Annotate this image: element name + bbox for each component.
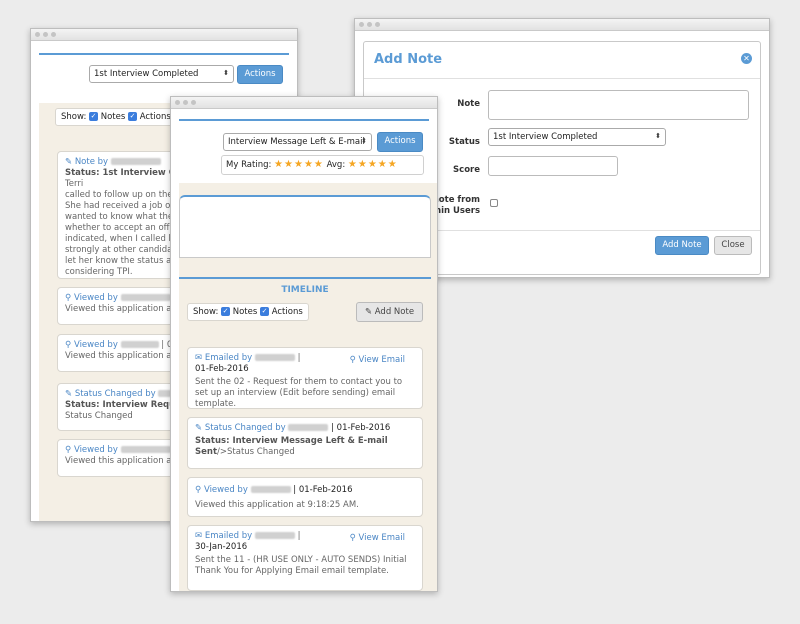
titlebar xyxy=(31,29,297,41)
view-email-link[interactable]: ⚲ View Email xyxy=(350,355,405,366)
notes-label: Notes xyxy=(232,307,258,317)
card-title[interactable]: Status Changed by xyxy=(205,423,286,433)
timeline-title: TIMELINE xyxy=(281,285,329,295)
search-icon: ⚲ xyxy=(65,445,72,455)
header-line xyxy=(179,119,429,121)
show-label: Show: xyxy=(61,112,87,122)
emailed-card: ✉ Emailed by | ⚲ View Email 01-Feb-2016 … xyxy=(187,347,423,409)
edit-icon: ✎ xyxy=(364,307,373,317)
header-line xyxy=(39,53,289,55)
envelope-icon: ✉ xyxy=(195,531,203,541)
note-textarea[interactable] xyxy=(488,90,749,120)
search-icon: ⚲ xyxy=(65,340,72,350)
card-body: />Status Changed xyxy=(217,447,295,457)
divider xyxy=(364,78,760,79)
score-input[interactable] xyxy=(488,156,618,176)
edit-icon: ✎ xyxy=(65,389,73,399)
close-button[interactable]: Close xyxy=(714,236,752,255)
actions-label: Actions xyxy=(271,307,303,317)
rating-box: My Rating: ★★★★★ Avg: ★★★★★ xyxy=(221,155,424,175)
timeline-line xyxy=(179,277,431,279)
select-arrow-icon: ⬍ xyxy=(655,132,661,140)
envelope-icon: ✉ xyxy=(195,353,203,363)
my-rating-stars[interactable]: ★★★★★ xyxy=(274,159,324,170)
select-arrow-icon: ⬍ xyxy=(223,69,229,77)
viewed-card: ⚲ Viewed by | 01-Feb-2016 Viewed this ap… xyxy=(187,477,423,517)
titlebar xyxy=(171,97,437,109)
search-icon: ⚲ xyxy=(349,355,356,365)
status-select[interactable]: Interview Message Left & E-mail ⬍ xyxy=(223,133,372,151)
card-title[interactable]: Viewed by xyxy=(74,293,118,303)
search-icon: ⚲ xyxy=(349,533,356,543)
close-icon[interactable]: ✕ xyxy=(741,53,752,64)
notes-label: Notes xyxy=(100,112,126,122)
add-note-button[interactable]: ✎ Add Note xyxy=(356,302,423,322)
card-title[interactable]: Status Changed by xyxy=(75,389,156,399)
edit-icon: ✎ xyxy=(195,423,203,433)
notes-checkbox[interactable]: ✓ xyxy=(89,112,99,121)
show-filter: Show: ✓ Notes ✓ Actions xyxy=(187,303,309,321)
show-label: Show: xyxy=(193,307,219,317)
empty-box xyxy=(179,195,431,258)
card-title[interactable]: Note by xyxy=(75,157,108,167)
titlebar xyxy=(355,19,769,31)
edit-icon: ✎ xyxy=(65,157,73,167)
card-body: Sent the 02 - Request for them to contac… xyxy=(195,377,403,409)
add-note-button[interactable]: Add Note xyxy=(655,236,709,255)
status-select[interactable]: 1st Interview Completed ⬍ xyxy=(89,65,234,83)
avg-stars: ★★★★★ xyxy=(347,159,398,170)
avg-label: Avg: xyxy=(326,160,346,170)
front-window: Interview Message Left & E-mail ⬍ Actions… xyxy=(170,96,438,592)
search-icon: ⚲ xyxy=(195,485,202,495)
my-rating-label: My Rating: xyxy=(226,160,272,170)
card-title[interactable]: Viewed by xyxy=(204,485,248,495)
actions-button[interactable]: Actions xyxy=(237,65,283,84)
card-body: Viewed this application at 9:18:25 AM. xyxy=(195,500,359,510)
status-select[interactable]: 1st Interview Completed ⬍ xyxy=(488,128,666,146)
card-title[interactable]: Viewed by xyxy=(74,340,118,350)
hide-checkbox[interactable] xyxy=(490,199,498,207)
actions-label: Actions xyxy=(139,112,171,122)
emailed-card: ✉ Emailed by | ⚲ View Email 30-Jan-2016 … xyxy=(187,525,423,591)
card-title[interactable]: Emailed by xyxy=(205,353,252,363)
notes-checkbox[interactable]: ✓ xyxy=(221,307,231,316)
status-card: ✎ Status Changed by | 01-Feb-2016 Status… xyxy=(187,417,423,469)
view-email-link[interactable]: ⚲ View Email xyxy=(350,533,405,544)
card-title[interactable]: Emailed by xyxy=(205,531,252,541)
modal-title: Add Note xyxy=(374,52,443,67)
card-title[interactable]: Viewed by xyxy=(74,445,118,455)
show-filter: Show: ✓ Notes ✓ Actions xyxy=(55,108,177,126)
actions-checkbox[interactable]: ✓ xyxy=(128,112,138,121)
actions-button[interactable]: Actions xyxy=(377,132,423,152)
card-body: Sent the 11 - (HR USE ONLY - AUTO SENDS)… xyxy=(195,555,407,576)
select-arrow-icon: ⬍ xyxy=(361,137,367,145)
actions-checkbox[interactable]: ✓ xyxy=(260,307,270,316)
search-icon: ⚲ xyxy=(65,293,72,303)
